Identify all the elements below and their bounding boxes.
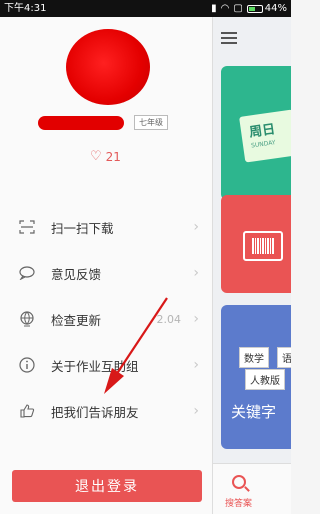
- wifi-icon: ◠: [220, 3, 230, 14]
- main-content-peek: 周日 SUNDAY 数学 语 人教版 关键字 搜答案: [213, 17, 291, 514]
- status-bar: 下午4:31 ▮ ◠ ▢ 44%: [0, 0, 291, 17]
- keyword-card-title: 关键字: [231, 403, 277, 421]
- status-time: 下午4:31: [4, 3, 47, 14]
- username-redacted: [38, 115, 124, 130]
- keyword-card[interactable]: 数学 语 人教版 关键字: [221, 305, 291, 449]
- battery-icon: [246, 4, 263, 13]
- likes-count[interactable]: ♡ 21: [90, 149, 121, 164]
- tag-subject-2: 语: [277, 347, 291, 368]
- chat-bubble-icon: [18, 264, 36, 282]
- menu-item-feedback[interactable]: 意见反馈 ›: [0, 250, 213, 296]
- menu-item-check-update[interactable]: 检查更新 2.04 ›: [0, 296, 213, 342]
- scan-icon: [18, 218, 36, 236]
- menu-item-scan-download[interactable]: 扫一扫下载 ›: [0, 204, 213, 250]
- chevron-right-icon: ›: [193, 403, 199, 419]
- status-icons: ▮ ◠ ▢ 44%: [211, 0, 287, 17]
- globe-icon: [18, 310, 36, 328]
- grade-badge: 七年级: [134, 115, 168, 130]
- menu-label: 关于作业互助组: [51, 358, 139, 374]
- menu-icon[interactable]: [221, 32, 237, 44]
- weekly-card[interactable]: 周日 SUNDAY: [221, 66, 291, 200]
- menu-label: 扫一扫下载: [51, 220, 114, 236]
- tag-subject: 数学: [239, 347, 269, 368]
- chevron-right-icon: ›: [193, 357, 199, 373]
- sticky-title: 周日: [248, 122, 277, 141]
- menu-item-about[interactable]: 关于作业互助组 ›: [0, 342, 213, 388]
- profile-name-row: 七年级: [38, 115, 168, 130]
- sunday-note: 周日 SUNDAY: [239, 109, 291, 163]
- side-drawer: 七年级 ♡ 21 扫一扫下载 › 意见反馈 › 检查更新 2.04 › 关于作业…: [0, 17, 213, 514]
- logout-button[interactable]: 退出登录: [12, 470, 202, 502]
- avatar[interactable]: [66, 29, 150, 105]
- menu-label: 把我们告诉朋友: [51, 404, 139, 420]
- signal-icon: ▮: [211, 3, 217, 14]
- chevron-right-icon: ›: [193, 219, 199, 235]
- search-icon: [232, 475, 246, 489]
- version-number: 2.04: [156, 312, 182, 326]
- battery-indicator: 44%: [246, 0, 287, 17]
- chevron-right-icon: ›: [193, 265, 199, 281]
- likes-value: 21: [105, 149, 121, 164]
- menu-label: 检查更新: [51, 312, 102, 328]
- battery-percent: 44%: [264, 3, 287, 14]
- tag-edition: 人教版: [245, 369, 285, 390]
- scan-card[interactable]: [221, 195, 291, 293]
- thumbs-up-icon: [18, 402, 36, 420]
- info-icon: [18, 356, 36, 374]
- chevron-right-icon: ›: [193, 311, 199, 327]
- sim-icon: ▢: [233, 3, 243, 14]
- tab-label: 搜答案: [225, 499, 253, 509]
- drawer-menu: 扫一扫下载 › 意见反馈 › 检查更新 2.04 › 关于作业互助组 › 把我们…: [0, 204, 213, 434]
- barcode-icon: [243, 231, 283, 261]
- menu-item-share[interactable]: 把我们告诉朋友 ›: [0, 388, 213, 434]
- tab-search-answers[interactable]: 搜答案: [213, 463, 291, 514]
- heart-icon: ♡: [90, 149, 102, 164]
- menu-label: 意见反馈: [51, 266, 102, 282]
